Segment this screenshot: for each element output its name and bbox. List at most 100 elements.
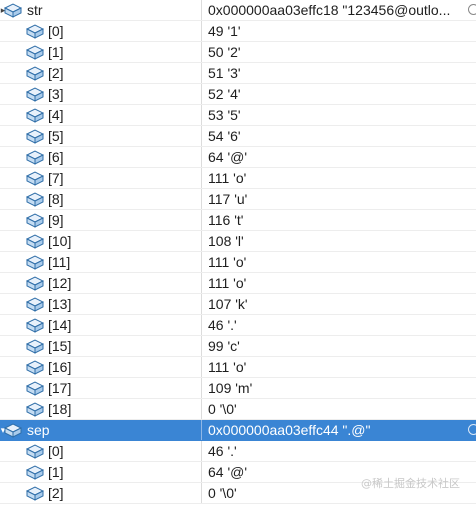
variable-value: 99 'c': [208, 338, 240, 354]
column-divider[interactable]: [201, 42, 202, 62]
watch-row-element[interactable]: [17] 109 'm': [0, 378, 476, 399]
watch-row-element[interactable]: [7] 111 'o': [0, 168, 476, 189]
watch-row-element[interactable]: [3] 52 '4': [0, 84, 476, 105]
variable-name: [3]: [48, 86, 64, 102]
variable-name: [0]: [48, 443, 64, 459]
column-divider[interactable]: [201, 399, 202, 419]
column-divider[interactable]: [201, 84, 202, 104]
variable-name: [11]: [48, 254, 71, 270]
variable-value: 54 '6': [208, 128, 241, 144]
variable-value: 51 '3': [208, 65, 241, 81]
variable-value: 49 '1': [208, 23, 241, 39]
object-cube-icon: [25, 464, 45, 480]
variable-name: [12]: [48, 275, 72, 291]
watch-row-element[interactable]: [5] 54 '6': [0, 126, 476, 147]
column-divider[interactable]: [201, 126, 202, 146]
watch-row-element[interactable]: [2] 51 '3': [0, 63, 476, 84]
variable-name: [15]: [48, 338, 72, 354]
variable-name: [0]: [48, 23, 64, 39]
object-cube-icon: [25, 233, 45, 249]
variable-value: 46 '.': [208, 443, 237, 459]
column-divider[interactable]: [201, 168, 202, 188]
watch-row-variable[interactable]: ▸ str 0x000000aa03effc18 "123456@outlo...: [0, 0, 476, 21]
variable-name: [13]: [48, 296, 72, 312]
variable-name: [18]: [48, 401, 72, 417]
variable-name: [4]: [48, 107, 64, 123]
column-divider[interactable]: [201, 462, 202, 482]
variable-value: 111 'o': [208, 170, 247, 186]
variable-value: 107 'k': [208, 296, 248, 312]
variable-value: 52 '4': [208, 86, 241, 102]
variable-name: sep: [27, 422, 50, 438]
variable-name: [1]: [48, 44, 64, 60]
object-cube-icon: [25, 275, 45, 291]
column-divider[interactable]: [201, 294, 202, 314]
watch-row-element[interactable]: [13] 107 'k': [0, 294, 476, 315]
object-cube-icon: [25, 485, 45, 501]
watch-row-element[interactable]: [0] 49 '1': [0, 21, 476, 42]
variable-name: [10]: [48, 233, 72, 249]
magnifier-icon[interactable]: [468, 424, 476, 435]
variable-value: 111 'o': [208, 275, 247, 291]
object-cube-icon: [3, 2, 23, 18]
variable-name: [5]: [48, 128, 64, 144]
watch-row-element[interactable]: [10] 108 'l': [0, 231, 476, 252]
column-divider[interactable]: [201, 147, 202, 167]
watch-row-element[interactable]: [9] 116 't': [0, 210, 476, 231]
watch-row-element[interactable]: [4] 53 '5': [0, 105, 476, 126]
variable-value: 117 'u': [208, 191, 248, 207]
watch-row-element[interactable]: [11] 111 'o': [0, 252, 476, 273]
object-cube-icon: [25, 254, 45, 270]
watch-row-element[interactable]: [14] 46 '.': [0, 315, 476, 336]
column-divider[interactable]: [201, 273, 202, 293]
column-divider[interactable]: [201, 21, 202, 41]
object-cube-icon: [25, 44, 45, 60]
magnifier-icon[interactable]: [468, 4, 476, 15]
variable-value: 53 '5': [208, 107, 241, 123]
variable-value: 116 't': [208, 212, 244, 228]
object-cube-icon: [25, 212, 45, 228]
object-cube-icon: [25, 23, 45, 39]
variable-name: [9]: [48, 212, 64, 228]
column-divider[interactable]: [201, 315, 202, 335]
object-cube-icon: [25, 338, 45, 354]
column-divider[interactable]: [201, 441, 202, 461]
object-cube-icon: [25, 296, 45, 312]
object-cube-icon: [25, 107, 45, 123]
watch-window: ▸ str 0x000000aa03effc18 "123456@outlo...[…: [0, 0, 476, 507]
column-divider[interactable]: [201, 0, 202, 20]
object-cube-icon: [25, 317, 45, 333]
column-divider[interactable]: [201, 252, 202, 272]
variable-name: [2]: [48, 65, 64, 81]
watch-row-element[interactable]: [12] 111 'o': [0, 273, 476, 294]
watch-row-variable[interactable]: ▾ sep 0x000000aa03effc44 ".@": [0, 420, 476, 441]
object-cube-icon: [25, 170, 45, 186]
column-divider[interactable]: [201, 210, 202, 230]
watch-row-element[interactable]: [8] 117 'u': [0, 189, 476, 210]
column-divider[interactable]: [201, 357, 202, 377]
variable-value: 111 'o': [208, 359, 247, 375]
object-cube-icon: [25, 65, 45, 81]
column-divider[interactable]: [201, 483, 202, 503]
column-divider[interactable]: [201, 189, 202, 209]
variable-value: 109 'm': [208, 380, 253, 396]
object-cube-icon: [3, 422, 23, 438]
variable-name: [6]: [48, 149, 64, 165]
column-divider[interactable]: [201, 336, 202, 356]
watch-row-element[interactable]: [0] 46 '.': [0, 441, 476, 462]
object-cube-icon: [25, 128, 45, 144]
column-divider[interactable]: [201, 420, 202, 440]
column-divider[interactable]: [201, 105, 202, 125]
object-cube-icon: [25, 86, 45, 102]
watch-row-element[interactable]: [1] 50 '2': [0, 42, 476, 63]
variable-name: [16]: [48, 359, 72, 375]
object-cube-icon: [25, 149, 45, 165]
column-divider[interactable]: [201, 231, 202, 251]
column-divider[interactable]: [201, 63, 202, 83]
watch-row-element[interactable]: [15] 99 'c': [0, 336, 476, 357]
watch-row-element[interactable]: [16] 111 'o': [0, 357, 476, 378]
watch-row-element[interactable]: [18] 0 '\0': [0, 399, 476, 420]
column-divider[interactable]: [201, 378, 202, 398]
watch-row-element[interactable]: [6] 64 '@': [0, 147, 476, 168]
watermark: @稀土掘金技术社区: [361, 477, 460, 490]
